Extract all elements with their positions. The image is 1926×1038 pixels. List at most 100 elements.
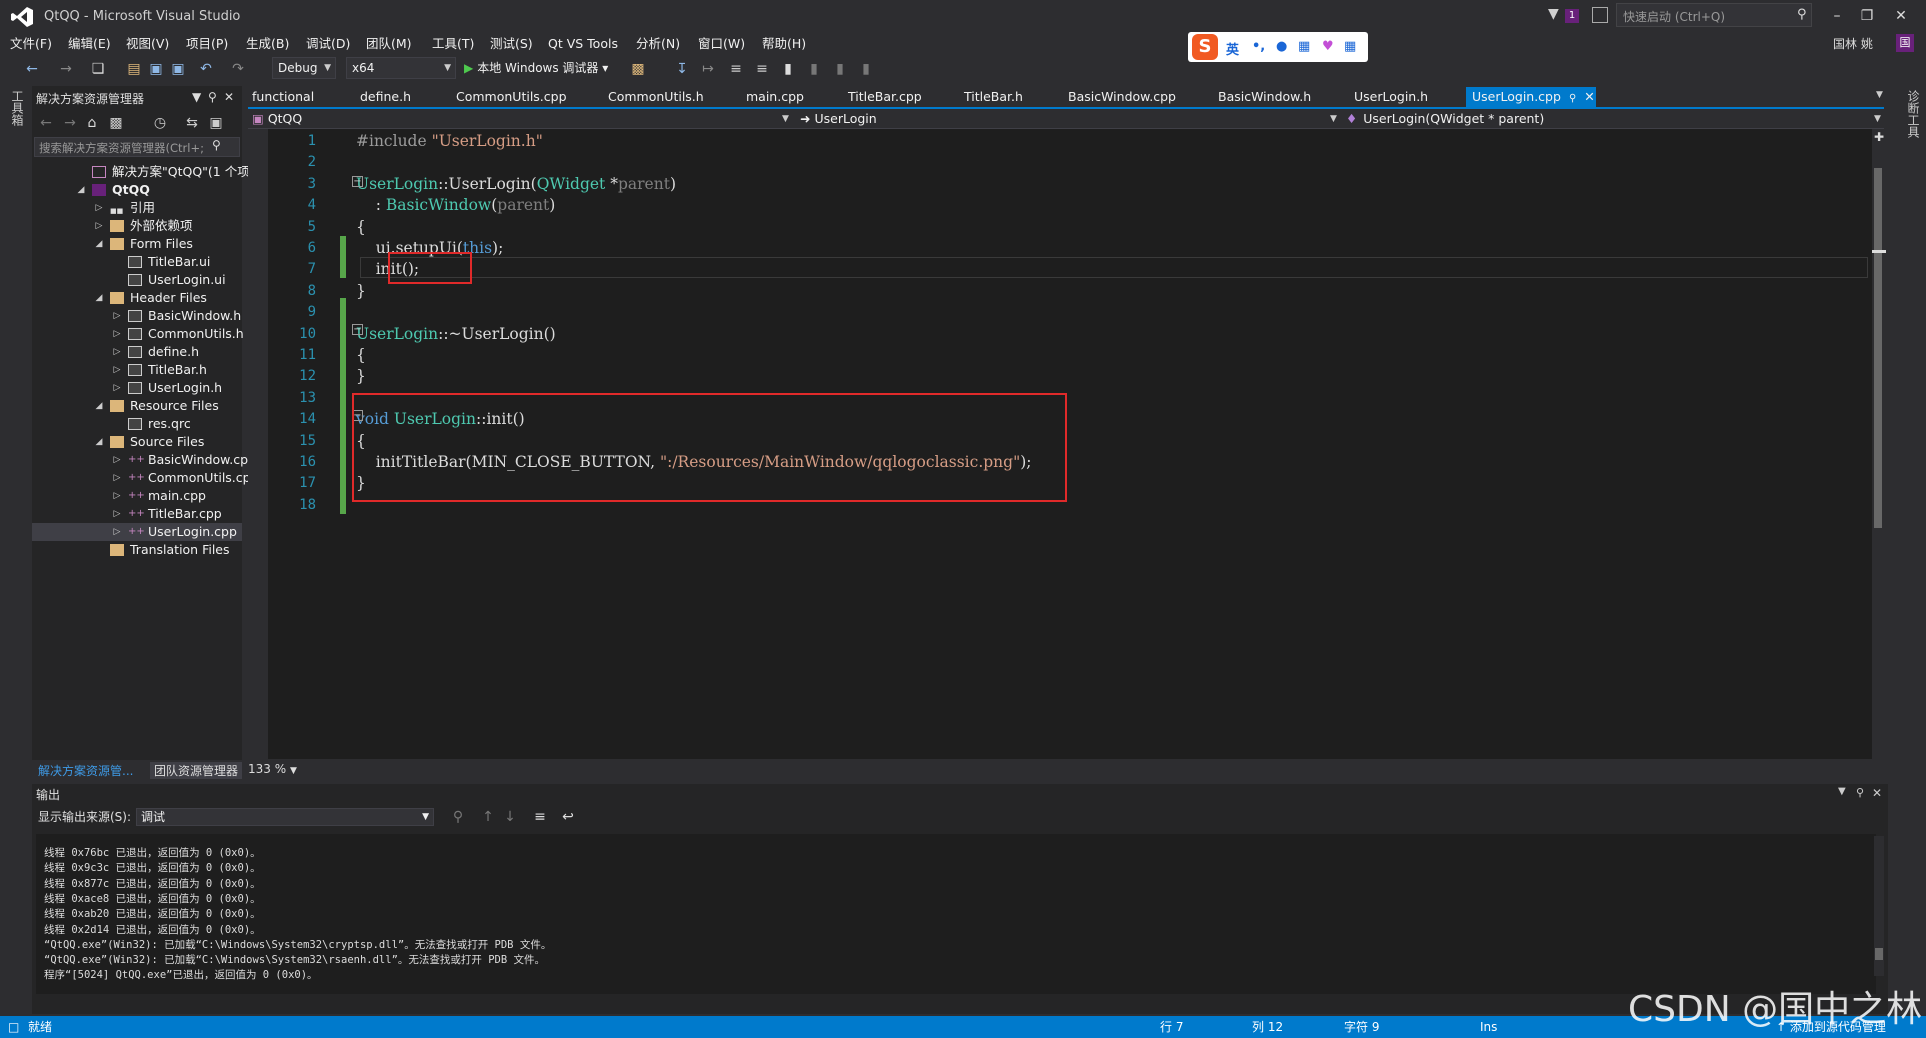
tree-item[interactable]: ▷ ++ UserLogin.cpp [32,523,242,541]
tab-overflow-icon[interactable]: ▼ [1876,90,1883,100]
new-project-icon[interactable]: ❏ [88,58,108,80]
prev-message-icon[interactable]: ↑ [478,806,498,828]
tab-userlogin-cpp[interactable]: UserLogin.cpp ⚲ ✕ [1466,87,1596,107]
tab-commonutils-h[interactable]: CommonUtils.h [608,87,704,107]
collapsed-icon[interactable]: ▷ [112,325,122,343]
menu-edit[interactable]: 编辑(E) [68,34,111,54]
collapsed-icon[interactable]: ▷ [112,451,122,469]
tree-item[interactable]: ◢ Header Files [32,289,242,307]
tree-item[interactable]: ▷ UserLogin.h [32,379,242,397]
code-line[interactable]: } [356,366,366,387]
menu-team[interactable]: 团队(M) [366,34,412,54]
next-bookmark-icon[interactable]: ▮ [830,58,850,80]
search-icon[interactable]: ⚲ [1797,7,1807,22]
menu-analyze[interactable]: 分析(N) [636,34,680,54]
class-dropdown[interactable]: ➜ UserLogin [800,110,1340,128]
notification-badge[interactable]: 1 [1565,9,1579,23]
tab-basicwindow-cpp[interactable]: BasicWindow.cpp [1068,87,1176,107]
tree-item[interactable]: ▷ BasicWindow.h [32,307,242,325]
comment-icon[interactable]: ≡ [726,58,746,80]
collapsed-icon[interactable]: ▷ [94,199,104,217]
word-wrap-icon[interactable]: ↩ [558,806,578,828]
member-dropdown[interactable]: ♦ UserLogin(QWidget * parent) [1346,110,1876,128]
tree-item[interactable]: ▷ TitleBar.h [32,361,242,379]
menu-build[interactable]: 生成(B) [246,34,289,54]
tree-item[interactable]: ▷ ++ main.cpp [32,487,242,505]
chevron-down-icon[interactable]: ▼ [1874,110,1881,128]
pin-icon[interactable]: ⚲ [1569,93,1576,104]
tree-item[interactable]: UserLogin.ui [32,271,242,289]
minimize-button[interactable]: – [1822,4,1852,28]
prev-bookmark-icon[interactable]: ▮ [804,58,824,80]
collapse-icon[interactable]: − [352,176,363,187]
tab-main-cpp[interactable]: main.cpp [746,87,804,107]
tree-item[interactable]: ▷ 外部依赖项 [32,217,242,235]
menu-test[interactable]: 测试(S) [490,34,533,54]
collapsed-icon[interactable]: ▷ [112,307,122,325]
code-line[interactable]: UserLogin::UserLogin(QWidget *parent) [356,174,676,195]
collapsed-icon[interactable]: ▷ [112,361,122,379]
code-line[interactable]: } [356,281,366,302]
collapsed-icon[interactable]: ▷ [112,487,122,505]
start-debugging-button[interactable]: ▶ 本地 Windows 调试器 ▾ [464,57,608,79]
browser-link-icon[interactable]: ▩ [628,58,648,80]
zoom-select[interactable]: 133 % ▼ [248,760,308,778]
tree-item[interactable]: ▷ ++ TitleBar.cpp [32,505,242,523]
tab-basicwindow-h[interactable]: BasicWindow.h [1218,87,1311,107]
next-message-icon[interactable]: ↓ [500,806,520,828]
tab-commonutils-cpp[interactable]: CommonUtils.cpp [456,87,567,107]
punctuation-icon[interactable]: •, [1252,39,1265,54]
tree-item[interactable]: ▷ define.h [32,343,242,361]
menu-file[interactable]: 文件(F) [10,34,52,54]
uncomment-icon[interactable]: ≡ [752,58,772,80]
tree-item[interactable]: ◢ QtQQ [32,181,242,199]
tab-functional[interactable]: functional [252,87,314,107]
code-line[interactable]: : BasicWindow(parent) [356,195,556,216]
clear-all-icon[interactable]: ≡ [530,806,550,828]
step-into-icon[interactable]: ↧ [672,58,692,80]
code-line[interactable]: { [356,345,366,366]
expanded-icon[interactable]: ◢ [76,181,86,199]
solution-search-input[interactable]: 搜索解决方案资源管理器(Ctrl+; [34,137,240,157]
tree-item[interactable]: ◢ Resource Files [32,397,242,415]
tab-define-h[interactable]: define.h [360,87,411,107]
collapsed-icon[interactable]: ▷ [112,505,122,523]
panel-menu-icon[interactable]: ▼ [1838,786,1846,797]
menu-qt-vs-tools[interactable]: Qt VS Tools [548,34,618,54]
save-all-icon[interactable]: ▣ [168,58,188,80]
toolbox-tab[interactable]: 工具箱 [6,90,26,126]
user-name[interactable]: 国林 姚 [1833,34,1873,54]
redo-icon[interactable]: ↷ [228,58,248,80]
user-avatar[interactable]: 国 [1896,34,1914,52]
close-tab-icon[interactable]: ✕ [1584,89,1594,104]
tree-item[interactable]: ▷ CommonUtils.h [32,325,244,343]
feedback-icon[interactable] [1592,7,1608,23]
tree-item[interactable]: ◢ Source Files [32,433,242,451]
expanded-icon[interactable]: ◢ [94,397,104,415]
open-file-icon[interactable]: ▤ [124,58,144,80]
code-line[interactable]: #include "UserLogin.h" [356,131,543,152]
sol-back-icon[interactable]: ← [36,112,56,134]
tab-titlebar-h[interactable]: TitleBar.h [964,87,1023,107]
platform-select[interactable]: x64 ▼ [346,57,456,79]
tree-item[interactable]: ▷ ■■ 引用 [32,199,242,217]
home-icon[interactable]: ⌂ [82,112,102,134]
tree-item[interactable]: TitleBar.ui [32,253,242,271]
menu-debug[interactable]: 调试(D) [306,34,350,54]
tab-team-explorer[interactable]: 团队资源管理器 [150,762,243,779]
diagnostic-tools-tab[interactable]: 诊断工具 [1902,90,1922,138]
pin-icon[interactable]: ⚲ [208,90,217,104]
keyboard-icon[interactable]: ▦ [1298,39,1310,54]
tree-item[interactable]: Translation Files [32,541,242,559]
skin-icon[interactable]: ♥ [1322,39,1334,54]
collapsed-icon[interactable]: ▷ [112,379,122,397]
project-dropdown[interactable]: ▣ QtQQ [252,110,792,128]
tree-item[interactable]: ▷ ++ CommonUtils.cpp [32,469,259,487]
output-scrollbar-thumb[interactable] [1875,948,1883,960]
find-message-icon[interactable]: ⚲ [448,806,468,828]
menu-help[interactable]: 帮助(H) [762,34,806,54]
undo-icon[interactable]: ↶ [196,58,216,80]
code-line[interactable]: UserLogin::~UserLogin() [356,324,556,345]
tab-userlogin-h[interactable]: UserLogin.h [1354,87,1428,107]
collapsed-icon[interactable]: ▷ [112,469,122,487]
